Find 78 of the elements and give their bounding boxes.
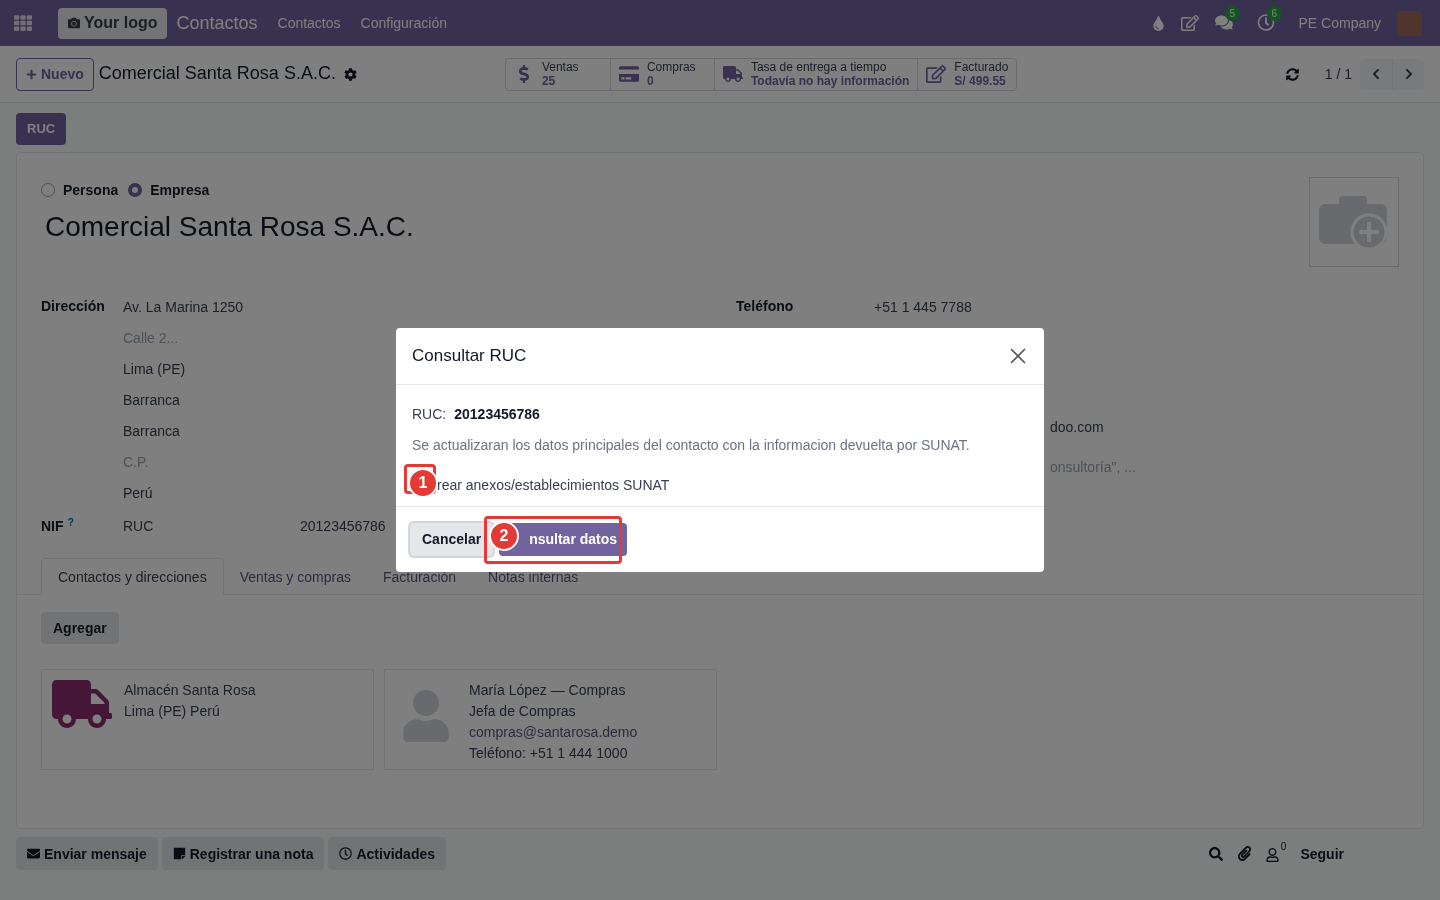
follow-button[interactable]: Seguir — [1300, 843, 1344, 864]
email-link[interactable]: compras@santarosa.demo — [469, 722, 638, 743]
company-name[interactable]: PE Company — [1298, 13, 1381, 33]
stat-button[interactable]: Tasa de entrega a tiempo Todavía no hay información — [713, 58, 918, 90]
email-value[interactable]: doo.com — [1050, 417, 1136, 437]
field-label: RUC: — [412, 405, 447, 424]
phone-value[interactable]: +51 1 445 7788 — [874, 292, 972, 323]
cancel-button[interactable]: Cancelar — [410, 522, 494, 556]
paperclip-icon[interactable] — [1236, 846, 1252, 861]
stat-button[interactable]: Ventas 25 — [505, 58, 610, 90]
truck-icon — [722, 65, 743, 83]
form-tab[interactable]: Notas internas — [472, 558, 595, 595]
search-icon[interactable] — [1208, 846, 1223, 861]
form-tab[interactable]: Contactos y direcciones — [41, 558, 224, 595]
radio-option[interactable]: Empresa — [128, 180, 210, 200]
new-button[interactable]: Nuevo — [16, 57, 94, 91]
pager-value[interactable]: 1 / 1 — [1324, 64, 1352, 84]
truck-icon — [52, 680, 112, 728]
field-label: Dirección — [41, 297, 106, 316]
app-name[interactable]: Contactos — [176, 9, 258, 37]
count-badge: 5 — [1224, 6, 1241, 21]
company-name-field[interactable]: Comercial Santa Rosa S.A.C. — [17, 207, 1423, 247]
refresh-icon[interactable] — [1285, 67, 1299, 81]
next-button[interactable] — [1392, 58, 1424, 90]
edit-icon[interactable] — [1180, 15, 1199, 31]
address-value[interactable]: Barranca — [123, 385, 244, 416]
id-number-value[interactable]: 20123456786 — [300, 516, 386, 536]
followers-icon[interactable] — [1265, 848, 1279, 862]
field-label: Teléfono — [736, 297, 795, 316]
menu-item[interactable]: Contactos — [277, 13, 341, 33]
dialog-message: Se actualizaran los datos principales del contacto con la informacion devuelta por SUNAT. — [412, 436, 971, 455]
field-label: NIF $^{?}$ — [41, 516, 75, 536]
address-value[interactable]: Lima (PE) — [123, 354, 244, 385]
dialog-title: Consultar RUC — [412, 344, 527, 367]
card-text: Teléfono: +51 1 444 1000 — [469, 744, 629, 763]
checkbox-label[interactable]: rear anexos/establecimientos SUNAT — [437, 475, 670, 495]
plus-icon — [26, 68, 37, 80]
note-icon — [172, 847, 186, 860]
count-badge: 6 — [1266, 6, 1283, 21]
breadcrumb: Comercial Santa Rosa S.A.C. — [98, 62, 336, 86]
camera-icon — [68, 17, 80, 29]
id-type-value[interactable]: RUC — [123, 516, 300, 536]
envelope-icon — [27, 847, 40, 860]
chatter-button[interactable]: Registrar una nota — [161, 837, 325, 870]
chatter-button[interactable]: Actividades — [328, 837, 447, 870]
credit-card-icon — [618, 65, 639, 83]
contact-card[interactable]: Almacén Santa Rosa Lima (PE) Perú — [41, 669, 374, 770]
address-value[interactable]: Av. La Marina 1250 — [123, 292, 244, 323]
edit-icon — [926, 65, 947, 83]
follower-count: 0 — [1280, 841, 1287, 853]
address-value[interactable]: Perú — [123, 478, 244, 509]
card-text: Jefa de Compras — [469, 702, 577, 721]
stat-button[interactable]: Facturado S/ 499.55 — [917, 58, 1017, 90]
step-number-badge: 1 — [408, 468, 438, 498]
close-button[interactable] — [1008, 346, 1028, 366]
settings-icon[interactable] — [343, 67, 357, 81]
menu-item[interactable]: Configuración — [360, 13, 447, 33]
apps-menu-icon[interactable] — [14, 14, 32, 32]
card-text: Lima (PE) Perú — [124, 702, 221, 721]
logo[interactable]: Your logo — [58, 7, 168, 39]
ruc-value: 20123456786 — [454, 405, 540, 424]
previous-button[interactable] — [1360, 58, 1392, 90]
chevron-left-icon — [1370, 68, 1382, 80]
help-marker[interactable]: ? — [67, 515, 74, 528]
radio-option[interactable]: Persona — [41, 180, 119, 200]
address-value[interactable]: Barranca — [123, 416, 244, 447]
add-button[interactable]: Agregar — [41, 612, 119, 644]
card-text: Almacén Santa Rosa — [124, 681, 256, 700]
stat-button[interactable]: Compras 0 — [609, 58, 714, 90]
form-tab[interactable]: Facturación — [366, 558, 473, 595]
close-icon — [1010, 348, 1026, 364]
chatter-button[interactable]: Enviar mensaje — [16, 837, 158, 870]
card-text: María López — Compras — [469, 681, 627, 700]
drop-icon[interactable] — [1151, 15, 1165, 31]
form-tab[interactable]: Ventas y compras — [223, 558, 367, 595]
status-button[interactable]: RUC — [16, 113, 67, 145]
contact-card[interactable]: María López — Compras Jefa de Compras compras@santarosa.demo Teléfono: +51 1 444 1000 — [384, 669, 717, 770]
clock-icon — [339, 847, 353, 860]
